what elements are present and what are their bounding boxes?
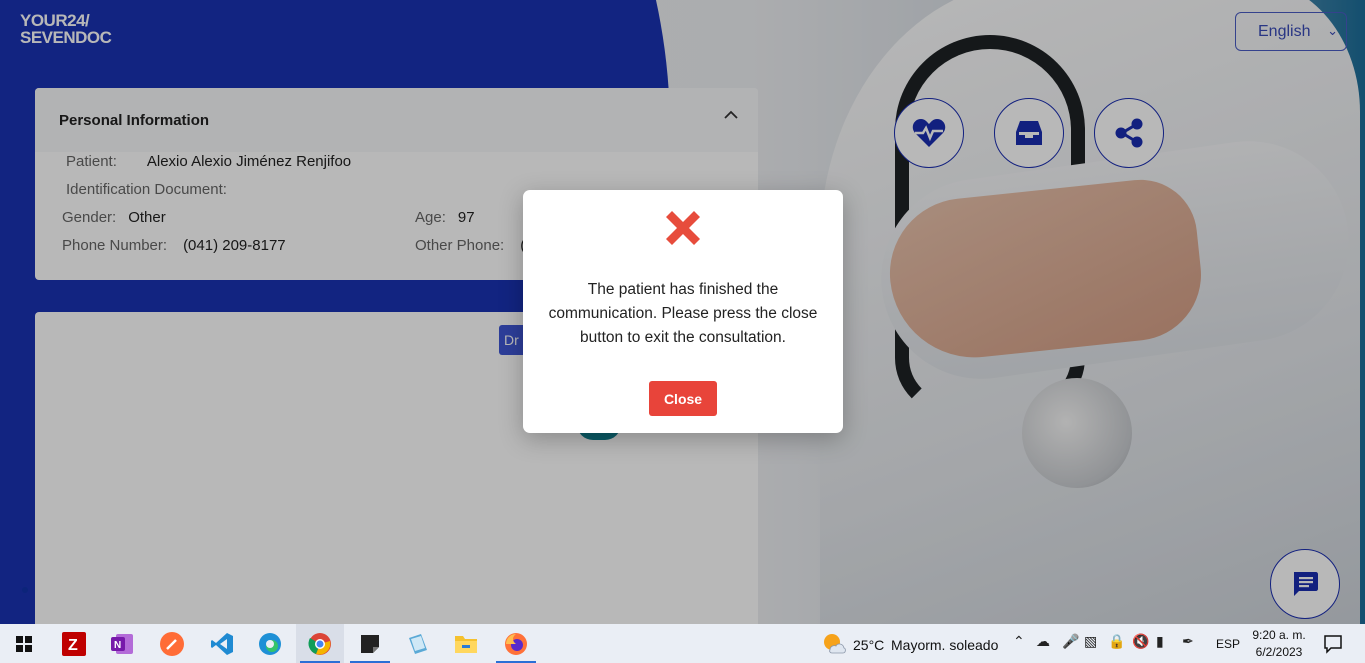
close-button[interactable]: Close: [649, 381, 717, 416]
taskbar-sticky-notes[interactable]: [346, 624, 394, 663]
weather-temperature[interactable]: 25°C: [853, 637, 884, 653]
vscode-icon: [211, 632, 233, 655]
taskbar-firefox[interactable]: [492, 624, 540, 663]
taskbar-vscode[interactable]: [198, 624, 246, 663]
clock[interactable]: 9:20 a. m. 6/2/2023: [1248, 627, 1310, 661]
taskbar-postman[interactable]: [148, 624, 196, 663]
windows-start-icon: [16, 635, 32, 652]
file-explorer-icon: [455, 635, 477, 653]
filezilla-icon: Z: [62, 631, 86, 656]
clock-time: 9:20 a. m.: [1252, 628, 1306, 642]
edge-icon: [259, 632, 281, 655]
chrome-icon: [308, 632, 331, 655]
taskbar-file-explorer[interactable]: [442, 624, 490, 663]
pen-icon[interactable]: ✒: [1182, 633, 1194, 650]
weather-description[interactable]: Mayorm. soleado: [891, 637, 998, 653]
lock-icon[interactable]: 🔒: [1108, 633, 1125, 650]
error-x-icon: [666, 211, 700, 245]
taskbar-filezilla[interactable]: Z: [50, 624, 98, 663]
microphone-icon[interactable]: 🎤: [1062, 633, 1079, 650]
sticky-notes-icon: [361, 634, 379, 653]
notes-app-icon: [409, 633, 427, 654]
clock-date: 6/2/2023: [1255, 645, 1303, 659]
start-button[interactable]: [0, 624, 48, 663]
taskbar-onenote[interactable]: N: [98, 624, 146, 663]
taskbar-chrome[interactable]: [296, 624, 344, 663]
dialog-message: The patient has finished the communicati…: [548, 281, 818, 346]
postman-icon: [160, 631, 184, 656]
notifications-icon[interactable]: [1323, 634, 1343, 654]
input-language[interactable]: ESP: [1216, 637, 1240, 651]
battery-icon[interactable]: ▮: [1156, 633, 1164, 650]
svg-text:Z: Z: [68, 637, 78, 654]
onedrive-cloud-icon[interactable]: ☁: [1036, 633, 1050, 650]
consultation-ended-dialog: The patient has finished the communicati…: [523, 190, 843, 433]
taskbar-edge[interactable]: [246, 624, 294, 663]
windows-taskbar: Z N 25°C Mayorm. soleado ⌃ ☁ 🎤 ▧ 🔒 🔇 ▮ ✒…: [0, 624, 1365, 663]
weather-sun-icon: [824, 634, 846, 654]
chevron-up-tray-icon[interactable]: ⌃: [1013, 633, 1025, 650]
speaker-muted-icon[interactable]: 🔇: [1132, 633, 1149, 650]
device-icon[interactable]: ▧: [1084, 633, 1097, 650]
onenote-icon: N: [111, 633, 133, 654]
firefox-icon: [505, 632, 527, 655]
taskbar-notes-app[interactable]: [394, 624, 442, 663]
svg-text:N: N: [114, 640, 121, 651]
